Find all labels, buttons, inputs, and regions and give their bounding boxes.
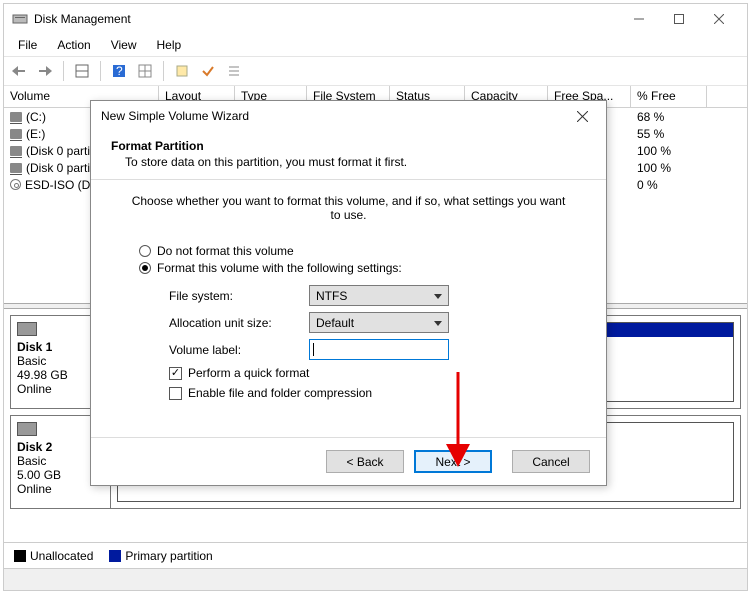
help-icon[interactable]: ?	[108, 60, 130, 82]
app-icon	[12, 11, 28, 27]
wizard-intro: Choose whether you want to format this v…	[119, 194, 578, 222]
volume-pfree: 55 %	[637, 127, 664, 141]
filesystem-value: NTFS	[316, 289, 347, 303]
wizard-titlebar: New Simple Volume Wizard	[91, 101, 606, 131]
menu-view[interactable]: View	[103, 36, 145, 54]
wizard-header: Format Partition To store data on this p…	[91, 131, 606, 180]
check-icon[interactable]	[197, 60, 219, 82]
volume-name: (Disk 0 partit	[26, 144, 93, 158]
back-button[interactable]: < Back	[326, 450, 404, 473]
volume-pfree: 0 %	[637, 178, 658, 192]
legend-swatch-primary	[109, 550, 121, 562]
checkbox-compression-label: Enable file and folder compression	[188, 386, 372, 400]
radio-format-label: Format this volume with the following se…	[157, 261, 402, 275]
wizard-body: Choose whether you want to format this v…	[91, 180, 606, 437]
wizard-close-button[interactable]	[568, 104, 596, 128]
volume-name: (C:)	[26, 110, 46, 124]
radio-noformat[interactable]: Do not format this volume	[139, 244, 578, 258]
maximize-button[interactable]	[659, 5, 699, 33]
legend-swatch-unallocated	[14, 550, 26, 562]
legend-unallocated: Unallocated	[30, 549, 93, 563]
cd-icon	[10, 179, 21, 190]
volume-pfree: 100 %	[637, 144, 671, 158]
menu-file[interactable]: File	[10, 36, 45, 54]
volume-pfree: 68 %	[637, 110, 664, 124]
checkbox-compression[interactable]: Enable file and folder compression	[169, 386, 578, 400]
volume-name: ESD-ISO (D:)	[25, 178, 98, 192]
wizard-title: New Simple Volume Wizard	[101, 109, 568, 123]
allocation-value: Default	[316, 316, 354, 330]
list-icon[interactable]	[223, 60, 245, 82]
label-allocation: Allocation unit size:	[169, 316, 309, 330]
wizard-buttons: < Back Next > Cancel	[91, 437, 606, 485]
titlebar: Disk Management	[4, 4, 747, 34]
toolbar: ?	[4, 56, 747, 86]
label-volumelabel: Volume label:	[169, 343, 309, 357]
menu-help[interactable]: Help	[149, 36, 190, 54]
wizard-subheading: To store data on this partition, you mus…	[111, 155, 586, 169]
col-percentfree[interactable]: % Free	[631, 86, 707, 107]
disk-icon	[17, 422, 37, 436]
menu-action[interactable]: Action	[49, 36, 98, 54]
radio-icon	[139, 262, 151, 274]
filesystem-select[interactable]: NTFS	[309, 285, 449, 306]
wizard-heading: Format Partition	[111, 139, 586, 153]
grid-icon[interactable]	[134, 60, 156, 82]
disk-icon	[10, 129, 22, 139]
volume-name: (Disk 0 partit	[26, 161, 93, 175]
checkbox-icon	[169, 367, 182, 380]
window-title: Disk Management	[34, 12, 131, 26]
radio-icon	[139, 245, 151, 257]
radio-format[interactable]: Format this volume with the following se…	[139, 261, 578, 275]
close-button[interactable]	[699, 5, 739, 33]
legend-primary: Primary partition	[125, 549, 212, 563]
menubar: File Action View Help	[4, 34, 747, 56]
volume-pfree: 100 %	[637, 161, 671, 175]
disk-icon	[10, 146, 22, 156]
disk-icon	[10, 163, 22, 173]
legend: Unallocated Primary partition	[4, 542, 747, 568]
disk-icon	[17, 322, 37, 336]
label-filesystem: File system:	[169, 289, 309, 303]
new-volume-wizard: New Simple Volume Wizard Format Partitio…	[90, 100, 607, 486]
disk-icon	[10, 112, 22, 122]
allocation-select[interactable]: Default	[309, 312, 449, 333]
cancel-button[interactable]: Cancel	[512, 450, 590, 473]
volume-label-input[interactable]	[309, 339, 449, 360]
checkbox-quickformat-label: Perform a quick format	[188, 366, 309, 380]
radio-noformat-label: Do not format this volume	[157, 244, 294, 258]
forward-icon[interactable]	[34, 60, 56, 82]
minimize-button[interactable]	[619, 5, 659, 33]
back-icon[interactable]	[8, 60, 30, 82]
panes-icon[interactable]	[71, 60, 93, 82]
checkbox-quickformat[interactable]: Perform a quick format	[169, 366, 578, 380]
svg-text:?: ?	[116, 64, 123, 78]
volume-name: (E:)	[26, 127, 45, 141]
statusbar	[4, 568, 747, 590]
next-button[interactable]: Next >	[414, 450, 492, 473]
checkbox-icon	[169, 387, 182, 400]
properties-icon[interactable]	[171, 60, 193, 82]
